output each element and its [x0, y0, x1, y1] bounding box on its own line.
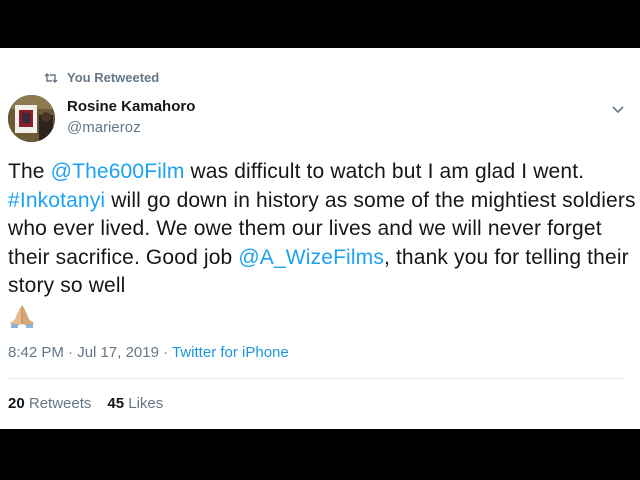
divider: [8, 378, 626, 379]
retweets-count: 20: [8, 395, 25, 412]
hashtag-link[interactable]: #Inkotanyi: [8, 189, 105, 212]
meta-separator: ·: [63, 344, 78, 361]
tweet-text: The @The600Film was difficult to watch b…: [8, 158, 636, 329]
likes-stat[interactable]: 45 Likes: [107, 395, 163, 412]
tweet-time[interactable]: 8:42 PM: [8, 344, 64, 361]
engagement-stats: 20 Retweets 45 Likes: [8, 395, 163, 412]
retweet-label: You Retweeted: [67, 70, 160, 85]
tweet-text-segment: was difficult to watch but I am glad I w…: [184, 160, 585, 183]
retweet-icon: [44, 72, 58, 83]
social-context: You Retweeted: [44, 70, 159, 85]
chevron-down-icon[interactable]: [610, 101, 626, 117]
retweets-label: Retweets: [28, 395, 92, 412]
mention-link[interactable]: @A_WizeFilms: [238, 246, 384, 269]
tweet-date[interactable]: Jul 17, 2019: [77, 344, 159, 361]
likes-label: Likes: [128, 395, 164, 412]
tweet-card: You Retweeted Rosine Kamahoro @marieroz …: [0, 48, 640, 429]
meta-separator: ·: [158, 344, 173, 361]
folded-hands-emoji: [10, 304, 34, 328]
tweet-text-segment: The: [8, 160, 51, 183]
tweet-meta: 8:42 PM · Jul 17, 2019 · Twitter for iPh…: [8, 344, 289, 361]
likes-count: 45: [107, 395, 125, 412]
avatar-photo: [8, 95, 55, 142]
retweets-stat[interactable]: 20 Retweets: [8, 395, 91, 412]
tweet-source-link[interactable]: Twitter for iPhone: [172, 344, 289, 361]
mention-link[interactable]: @The600Film: [51, 160, 185, 183]
avatar[interactable]: [8, 95, 55, 142]
author-handle[interactable]: @marieroz: [67, 119, 141, 136]
author-name[interactable]: Rosine Kamahoro: [67, 98, 195, 115]
